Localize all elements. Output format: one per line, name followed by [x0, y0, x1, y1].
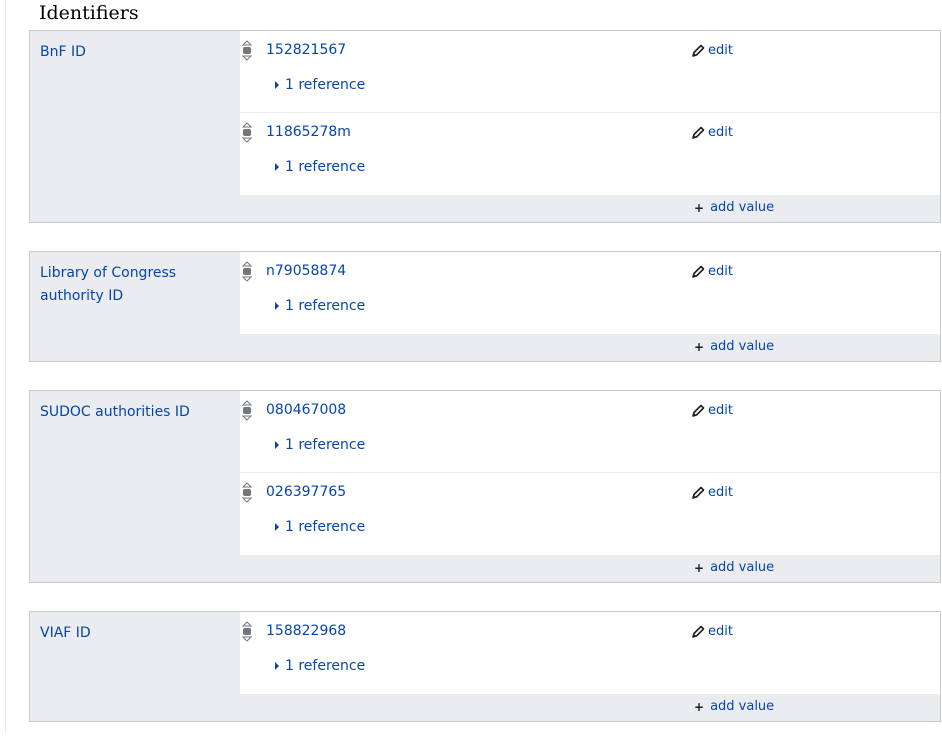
triangle-right-icon [275, 441, 279, 449]
reference-count: 1 reference [285, 658, 366, 674]
edit-label: edit [708, 264, 733, 279]
statement-groups: BnF ID 152821567 edit 1 reference 118652… [29, 30, 941, 750]
rank-normal-icon[interactable] [242, 40, 252, 61]
statement-value[interactable]: 158822968 [266, 623, 346, 639]
add-value-label: add value [710, 560, 775, 575]
plus-icon: + [694, 699, 705, 714]
reference-count: 1 reference [285, 159, 366, 175]
statement-value[interactable]: 152821567 [266, 42, 346, 58]
statement-list: 080467008 edit 1 reference 026397765 edi… [240, 391, 940, 555]
references-toggle[interactable]: 1 reference [275, 437, 365, 453]
edit-label: edit [708, 403, 733, 418]
statement-list: n79058874 edit 1 reference [240, 252, 940, 334]
edit-link[interactable]: edit [691, 125, 733, 140]
statement: n79058874 edit 1 reference [240, 252, 940, 334]
plus-icon: + [694, 560, 705, 575]
add-value-button[interactable]: + add value [694, 699, 774, 714]
pencil-icon [692, 486, 705, 499]
statement: 158822968 edit 1 reference [240, 612, 940, 694]
pencil-icon [692, 44, 705, 57]
plus-icon: + [694, 200, 705, 215]
triangle-right-icon [275, 523, 279, 531]
statement-group: Library of Congress authority ID n790588… [29, 251, 941, 362]
statement-list: 152821567 edit 1 reference 11865278m edi… [240, 31, 940, 195]
statement-group: VIAF ID 158822968 edit 1 reference + add … [29, 611, 941, 722]
page-left-border [5, 0, 6, 734]
property-label[interactable]: Library of Congress authority ID [40, 262, 230, 308]
statement-group: BnF ID 152821567 edit 1 reference 118652… [29, 30, 941, 223]
add-value-row: + add value [30, 334, 940, 361]
add-value-row: + add value [30, 555, 940, 582]
references-toggle[interactable]: 1 reference [275, 159, 365, 175]
edit-link[interactable]: edit [691, 485, 733, 500]
property-label[interactable]: BnF ID [40, 41, 230, 64]
edit-link[interactable]: edit [691, 43, 733, 58]
edit-label: edit [708, 624, 733, 639]
rank-normal-icon[interactable] [242, 621, 252, 642]
add-value-button[interactable]: + add value [694, 560, 774, 575]
add-value-button[interactable]: + add value [694, 200, 774, 215]
edit-link[interactable]: edit [691, 264, 733, 279]
edit-link[interactable]: edit [691, 624, 733, 639]
edit-label: edit [708, 43, 733, 58]
add-value-label: add value [710, 339, 775, 354]
references-toggle[interactable]: 1 reference [275, 77, 365, 93]
add-value-button[interactable]: + add value [694, 339, 774, 354]
statement-value[interactable]: 080467008 [266, 402, 346, 418]
statement: 152821567 edit 1 reference [240, 31, 940, 113]
statement-group: SUDOC authorities ID 080467008 edit 1 re… [29, 390, 941, 583]
rank-normal-icon[interactable] [242, 122, 252, 143]
add-value-label: add value [710, 200, 775, 215]
triangle-right-icon [275, 163, 279, 171]
pencil-icon [692, 404, 705, 417]
pencil-icon [692, 126, 705, 139]
triangle-right-icon [275, 302, 279, 310]
references-toggle[interactable]: 1 reference [275, 298, 365, 314]
add-value-row: + add value [30, 195, 940, 222]
add-value-row: + add value [30, 694, 940, 721]
statement: 11865278m edit 1 reference [240, 113, 940, 195]
edit-label: edit [708, 485, 733, 500]
references-toggle[interactable]: 1 reference [275, 519, 365, 535]
property-label[interactable]: SUDOC authorities ID [40, 401, 230, 424]
property-label[interactable]: VIAF ID [40, 622, 230, 645]
pencil-icon [692, 265, 705, 278]
references-toggle[interactable]: 1 reference [275, 658, 365, 674]
statement: 026397765 edit 1 reference [240, 473, 940, 555]
section-heading: Identifiers [39, 2, 139, 24]
add-value-label: add value [710, 699, 775, 714]
edit-link[interactable]: edit [691, 403, 733, 418]
statement-value[interactable]: 11865278m [266, 124, 351, 140]
statement-list: 158822968 edit 1 reference [240, 612, 940, 694]
reference-count: 1 reference [285, 77, 366, 93]
plus-icon: + [694, 339, 705, 354]
statement: 080467008 edit 1 reference [240, 391, 940, 473]
rank-normal-icon[interactable] [242, 400, 252, 421]
statement-value[interactable]: n79058874 [266, 263, 346, 279]
rank-normal-icon[interactable] [242, 261, 252, 282]
reference-count: 1 reference [285, 437, 366, 453]
triangle-right-icon [275, 662, 279, 670]
triangle-right-icon [275, 81, 279, 89]
reference-count: 1 reference [285, 298, 366, 314]
edit-label: edit [708, 125, 733, 140]
pencil-icon [692, 625, 705, 638]
statement-value[interactable]: 026397765 [266, 484, 346, 500]
rank-normal-icon[interactable] [242, 482, 252, 503]
reference-count: 1 reference [285, 519, 366, 535]
